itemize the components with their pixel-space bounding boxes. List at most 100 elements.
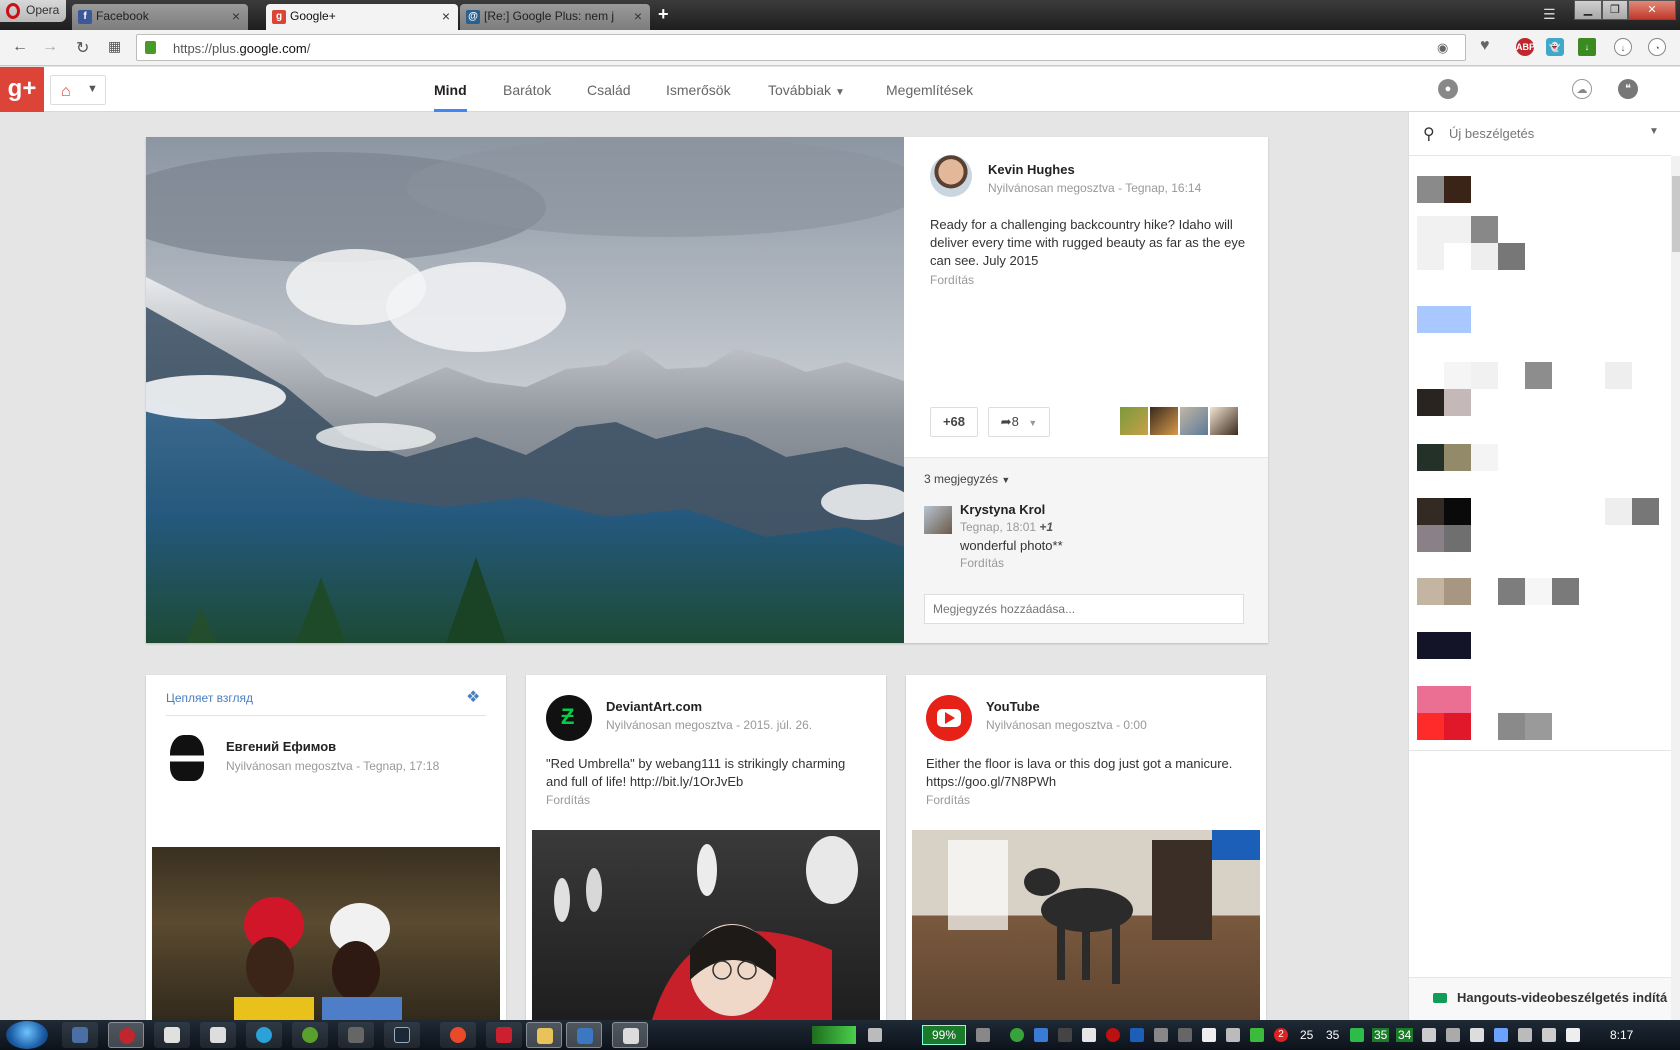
youtube-logo-icon[interactable]: [926, 695, 972, 741]
downloads-icon[interactable]: ↓: [1614, 38, 1632, 56]
speed-dial-icon[interactable]: ▦: [108, 38, 121, 55]
taskbar-app[interactable]: [486, 1022, 522, 1048]
plus-one-avatar[interactable]: [1180, 407, 1208, 435]
tab-menu-icon[interactable]: ☰: [1543, 6, 1556, 23]
collection-icon[interactable]: ❖: [466, 687, 480, 707]
tab-mail[interactable]: @ [Re:] Google Plus: nem jó ×: [460, 4, 650, 30]
tray-icon[interactable]: [1202, 1028, 1216, 1042]
comment-input[interactable]: [924, 594, 1244, 624]
contact-item[interactable]: [1409, 362, 1671, 416]
home-menu-button[interactable]: ⌂ ▼: [50, 75, 106, 105]
contact-item[interactable]: [1409, 498, 1671, 552]
collection-header[interactable]: Цепляет взгляд: [166, 691, 253, 705]
hangouts-search[interactable]: ⚲ Új beszélgetés ▼: [1409, 112, 1671, 156]
tab-tovabbiak[interactable]: Továbbiak ▼: [768, 82, 845, 98]
opera-menu-button[interactable]: Opera: [0, 0, 66, 22]
shield-icon[interactable]: ◉: [1437, 40, 1448, 56]
notifications-icon[interactable]: ●: [1438, 79, 1458, 99]
taskbar-app[interactable]: [612, 1022, 648, 1048]
tray-icon[interactable]: [1154, 1028, 1168, 1042]
ghostery-icon[interactable]: 👻: [1546, 38, 1564, 56]
taskbar-explorer[interactable]: [526, 1022, 562, 1048]
start-video-call-button[interactable]: Hangouts-videobeszélgetés indítá: [1409, 977, 1671, 1020]
share-dropdown-icon[interactable]: ▼: [1028, 418, 1037, 428]
hangouts-search-placeholder[interactable]: Új beszélgetés: [1449, 126, 1534, 141]
address-url[interactable]: https://plus.google.com/: [173, 41, 310, 56]
video-thumbnail[interactable]: [912, 830, 1260, 1020]
maximize-button[interactable]: ❐: [1602, 0, 1628, 20]
contact-item[interactable]: [1409, 162, 1671, 216]
contact-item[interactable]: [1409, 216, 1671, 270]
tray-icon[interactable]: [1058, 1028, 1072, 1042]
power-icon[interactable]: [1566, 1028, 1580, 1042]
minimize-button[interactable]: ▁: [1574, 0, 1602, 20]
tab-google-plus[interactable]: g Google+ ×: [266, 4, 458, 30]
close-window-button[interactable]: ✕: [1628, 0, 1676, 20]
tray-icon[interactable]: [1010, 1028, 1024, 1042]
tray-icon[interactable]: [1130, 1028, 1144, 1042]
tray-icon[interactable]: [976, 1028, 990, 1042]
author-avatar[interactable]: [170, 735, 204, 781]
tray-icon[interactable]: [1446, 1028, 1460, 1042]
taskbar-opera[interactable]: [108, 1022, 144, 1048]
plus-one-avatar[interactable]: [1120, 407, 1148, 435]
address-bar[interactable]: https://plus.google.com/ ◉: [136, 34, 1466, 61]
tray-icon[interactable]: [1034, 1028, 1048, 1042]
tab-ismerosok[interactable]: Ismerősök: [666, 82, 731, 98]
comment-author[interactable]: Krystyna Krol: [960, 502, 1045, 517]
post-author[interactable]: DeviantArt.com: [606, 699, 702, 714]
tray-badge[interactable]: 2: [1274, 1028, 1288, 1042]
post-author[interactable]: Kevin Hughes: [988, 162, 1075, 177]
contact-item[interactable]: [1409, 578, 1671, 632]
post-photo[interactable]: [146, 137, 904, 643]
tray-icon[interactable]: [1250, 1028, 1264, 1042]
translate-link[interactable]: Fordítás: [546, 793, 590, 807]
tray-icon[interactable]: [1422, 1028, 1436, 1042]
taskbar-app[interactable]: [566, 1022, 602, 1048]
taskbar-app[interactable]: [200, 1022, 236, 1048]
commenter-avatar[interactable]: [924, 506, 952, 534]
plus-one-avatar[interactable]: [1150, 407, 1178, 435]
adblock-icon[interactable]: ABP: [1516, 38, 1535, 56]
author-avatar[interactable]: [930, 155, 972, 197]
post-photo[interactable]: [152, 847, 500, 1020]
taskbar-app[interactable]: [246, 1022, 282, 1048]
contact-item[interactable]: [1409, 686, 1671, 740]
tab-mind[interactable]: Mind: [434, 82, 467, 112]
taskbar-app[interactable]: [338, 1022, 374, 1048]
taskbar-app[interactable]: [62, 1022, 98, 1048]
close-tab-icon[interactable]: ×: [442, 8, 450, 24]
tab-megemlitesek[interactable]: Megemlítések: [886, 82, 973, 98]
forward-icon[interactable]: →: [42, 38, 58, 56]
post-author[interactable]: YouTube: [986, 699, 1040, 714]
new-tab-button[interactable]: +: [658, 4, 669, 25]
tray-icon[interactable]: [1350, 1028, 1364, 1042]
tray-icon[interactable]: [1082, 1028, 1096, 1042]
tray-icon[interactable]: [1106, 1028, 1120, 1042]
contact-item[interactable]: [1409, 296, 1671, 350]
bluetooth-icon[interactable]: [1494, 1028, 1508, 1042]
post-author[interactable]: Евгений Ефимов: [226, 739, 336, 754]
wifi-icon[interactable]: [868, 1028, 882, 1042]
tray-icon[interactable]: [1178, 1028, 1192, 1042]
contact-item[interactable]: [1409, 632, 1671, 686]
tab-baratok[interactable]: Barátok: [503, 82, 551, 98]
close-tab-icon[interactable]: ×: [232, 8, 240, 24]
taskbar-clock[interactable]: 8:17: [1610, 1028, 1633, 1042]
plus-one-avatar[interactable]: [1210, 407, 1238, 435]
taskbar-app[interactable]: [292, 1022, 328, 1048]
reload-icon[interactable]: ↻: [76, 38, 89, 58]
deviantart-logo-icon[interactable]: Ƶ: [546, 695, 592, 741]
flag-icon[interactable]: [1470, 1028, 1484, 1042]
sidebar-scrollbar[interactable]: [1671, 156, 1680, 1020]
plus-one-button[interactable]: +68: [930, 407, 978, 437]
contact-item[interactable]: [1409, 444, 1671, 498]
volume-icon[interactable]: [1542, 1028, 1556, 1042]
tab-facebook[interactable]: f Facebook ×: [72, 4, 248, 30]
back-icon[interactable]: ←: [12, 38, 28, 56]
share-button[interactable]: ➦8 ▼: [988, 407, 1050, 437]
chevron-down-icon[interactable]: ▼: [1649, 126, 1659, 137]
translate-link[interactable]: Fordítás: [930, 273, 974, 287]
taskbar-app[interactable]: [440, 1022, 476, 1048]
bookmark-heart-icon[interactable]: ♥: [1480, 37, 1490, 55]
